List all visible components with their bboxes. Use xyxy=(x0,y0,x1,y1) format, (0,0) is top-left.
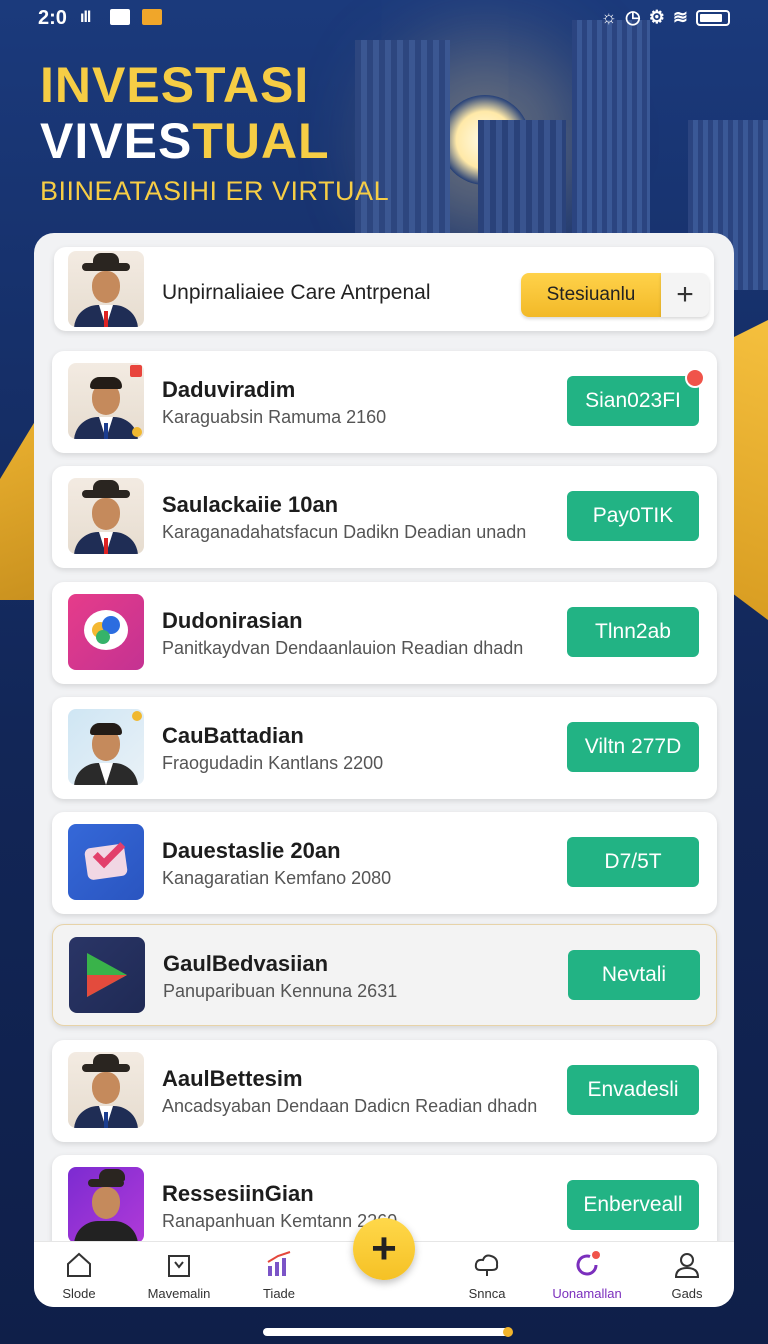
list-item[interactable]: Dudonirasian Panitkaydvan Dendaanlauion … xyxy=(52,582,717,684)
alarm-icon: ☼ xyxy=(600,7,618,27)
hero-line-1: INVESTASI xyxy=(40,57,310,113)
avatar xyxy=(68,1167,144,1243)
list-item-name: Dauestaslie 20an xyxy=(162,838,341,863)
list-item-subtitle: Karaguabsin Ramuma 2160 xyxy=(162,407,387,427)
list-item-name: Daduviradim xyxy=(162,377,296,402)
nav-label: Snnca xyxy=(468,1286,506,1301)
list-item-action-button[interactable]: Sian023FI xyxy=(567,368,705,426)
avatar xyxy=(68,1052,144,1128)
nav-label: Tiade xyxy=(262,1286,296,1301)
cloud-icon xyxy=(474,1254,499,1276)
list-item-name: Saulackaiie 10an xyxy=(162,492,339,517)
list-item[interactable]: GaulBedvasiian Panuparibuan Kennuna 2631… xyxy=(52,924,717,1026)
battery-icon xyxy=(696,9,730,26)
avatar[interactable] xyxy=(68,251,144,327)
notification-icon xyxy=(142,9,162,25)
chat-app-icon xyxy=(68,594,144,670)
list-item-name: GaulBedvasiian xyxy=(163,951,329,976)
list-item-action-button[interactable]: Envadesli xyxy=(567,1065,699,1115)
list-item[interactable]: AaulBettesim Ancadsyaban Dendaan Dadicn … xyxy=(52,1040,717,1142)
header-card: Unpirnaliaiee Care Antrpenal Stesiuanlu … xyxy=(54,247,714,331)
list-item-name: RessesiinGian xyxy=(162,1181,314,1206)
hero-subtitle: BIINEATASIHI ER VIRTUAL xyxy=(40,176,390,206)
status-dot-icon xyxy=(132,711,142,721)
list-item[interactable]: CauBattadian Fraogudadin Kantlans 2200 V… xyxy=(52,697,717,799)
message-icon xyxy=(110,9,130,25)
nav-item-trade[interactable]: Tiade xyxy=(234,1242,324,1307)
add-fab-button[interactable]: + xyxy=(353,1218,415,1280)
home-icon xyxy=(67,1252,91,1277)
list-item[interactable]: Daduviradim Karaguabsin Ramuma 2160 Sian… xyxy=(52,351,717,453)
badge-icon xyxy=(130,365,142,377)
list-item-subtitle: Kanagaratian Kemfano 2080 xyxy=(162,868,392,888)
list-item[interactable]: Saulackaiie 10an Karaganadahatsfacun Dad… xyxy=(52,466,717,568)
nav-label: Slode xyxy=(62,1286,96,1301)
action-label: Sian023FI xyxy=(585,389,681,412)
settings-icon: ⚙ xyxy=(648,7,665,27)
wifi-icon: ≋ xyxy=(672,7,688,27)
list-item-name: AaulBettesim xyxy=(162,1066,303,1091)
nav-item-notifications[interactable]: Uonamallan xyxy=(542,1242,632,1307)
signal-icon: ıll xyxy=(80,9,91,26)
list-item-subtitle: Panitkaydvan Dendaanlauion Readian dhadn xyxy=(162,638,524,658)
notification-badge xyxy=(685,368,705,388)
checkmark-app-icon xyxy=(68,824,144,900)
refresh-icon xyxy=(576,1251,600,1276)
avatar xyxy=(68,709,144,785)
add-button[interactable]: + xyxy=(661,273,709,317)
list-item-subtitle: Fraogudadin Kantlans 2200 xyxy=(162,753,384,773)
main-panel: Unpirnaliaiee Care Antrpenal Stesiuanlu … xyxy=(34,233,734,1307)
header-title: Unpirnaliaiee Care Antrpenal xyxy=(162,281,431,304)
list-item-name: Dudonirasian xyxy=(162,608,303,633)
avatar xyxy=(68,363,144,439)
list-item-action-button[interactable]: Tlnn2ab xyxy=(567,607,699,657)
nav-label: Gads xyxy=(671,1286,703,1301)
nav-item-profile[interactable]: Gads xyxy=(642,1242,732,1307)
list-item-name: CauBattadian xyxy=(162,723,304,748)
list-item[interactable]: Dauestaslie 20an Kanagaratian Kemfano 20… xyxy=(52,812,717,914)
status-right-icons: ☼ ◷ ⚙ ≋ xyxy=(601,7,730,28)
play-app-icon xyxy=(69,937,145,1013)
list-item-action-button[interactable]: D7/5T xyxy=(567,837,699,887)
profile-icon xyxy=(674,1253,700,1278)
status-time: 2:0 xyxy=(38,7,67,29)
nav-label: Uonamallan xyxy=(552,1286,622,1301)
list-item-action-button[interactable]: Viltn 277D xyxy=(567,722,699,772)
list-item-action-button[interactable]: Pay0TIK xyxy=(567,491,699,541)
list-item-subtitle: Panuparibuan Kennuna 2631 xyxy=(163,981,398,1001)
list-item-action-button[interactable]: Enberveall xyxy=(567,1180,699,1230)
list-item-action-button[interactable]: Nevtali xyxy=(568,950,700,1000)
chart-icon xyxy=(267,1251,291,1276)
list-item-subtitle: Karaganadahatsfacun Dadikn Deadian unadn xyxy=(162,522,527,542)
home-indicator[interactable] xyxy=(263,1327,513,1337)
building xyxy=(572,20,650,255)
clock-icon: ◷ xyxy=(625,7,641,27)
hero-title: INVESTASI VIVESTUAL BIINEATASIHI ER VIRT… xyxy=(40,58,389,207)
avatar xyxy=(68,478,144,554)
status-bar: 2:0 ıll ☼ ◷ ⚙ ≋ xyxy=(0,0,768,34)
header-action-button[interactable]: Stesiuanlu xyxy=(521,273,661,317)
nav-label: Mavemalin xyxy=(147,1286,211,1301)
nav-item-search[interactable]: Snnca xyxy=(442,1242,532,1307)
nav-item-saved[interactable]: Mavemalin xyxy=(134,1242,224,1307)
list-item-subtitle: Ancadsyaban Dendaan Dadicn Readian dhadn xyxy=(162,1096,538,1116)
hero-line-2: VIVESTUAL xyxy=(40,112,389,170)
bookmark-icon xyxy=(168,1255,190,1277)
status-dot-icon xyxy=(132,427,142,437)
nav-item-home[interactable]: Slode xyxy=(34,1242,124,1307)
hero-line-2b: TUAL xyxy=(192,113,330,169)
hero-line-2a: VIVES xyxy=(40,113,193,169)
